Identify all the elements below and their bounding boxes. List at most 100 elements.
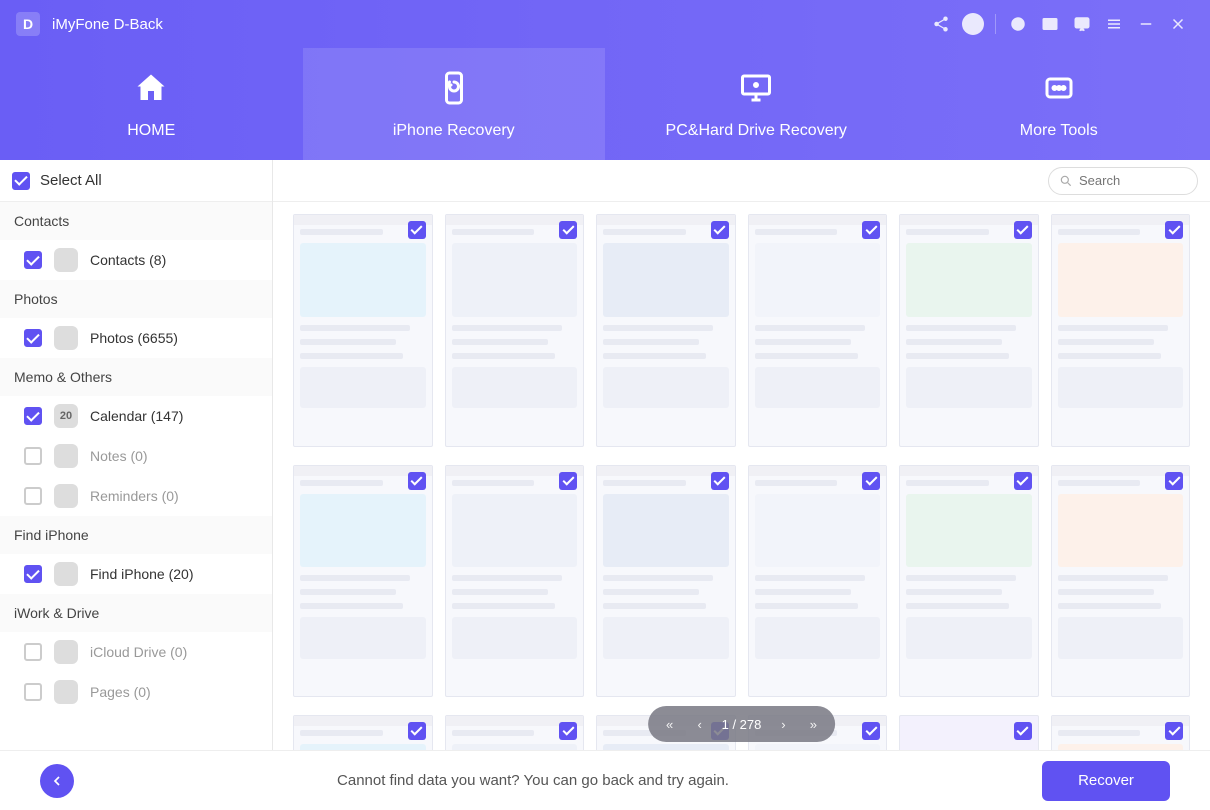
sidebar-item[interactable]: iCloud Drive (0) (0, 632, 272, 672)
account-icon[interactable] (957, 8, 989, 40)
category-header: iWork & Drive (0, 594, 272, 632)
sidebar-item[interactable]: Pages (0) (0, 672, 272, 712)
feedback-icon[interactable] (1066, 8, 1098, 40)
category-icon (54, 444, 78, 468)
category-icon: 20 (54, 404, 78, 428)
photo-thumbnail[interactable] (748, 214, 888, 447)
select-all-row[interactable]: Select All (0, 160, 272, 202)
photo-thumbnail[interactable] (899, 214, 1039, 447)
category-header: Memo & Others (0, 358, 272, 396)
pager-next[interactable]: › (775, 717, 791, 732)
item-checkbox[interactable] (24, 683, 42, 701)
photo-thumbnail[interactable] (445, 214, 585, 447)
item-checkbox[interactable] (24, 329, 42, 347)
search-input[interactable] (1079, 173, 1179, 188)
photo-thumbnail[interactable] (293, 214, 433, 447)
menu-icon[interactable] (1098, 8, 1130, 40)
photo-thumbnail[interactable] (1051, 465, 1191, 698)
thumb-checkbox[interactable] (711, 472, 729, 490)
item-checkbox[interactable] (24, 251, 42, 269)
photo-thumbnail[interactable] (596, 214, 736, 447)
sidebar-item[interactable]: Contacts (8) (0, 240, 272, 280)
thumb-checkbox[interactable] (559, 722, 577, 740)
close-icon[interactable] (1162, 8, 1194, 40)
item-checkbox[interactable] (24, 407, 42, 425)
photo-thumbnail[interactable] (899, 715, 1039, 750)
nav-tools-label: More Tools (1020, 122, 1098, 140)
category-icon (54, 484, 78, 508)
item-label: Find iPhone (20) (90, 566, 194, 582)
select-all-label: Select All (40, 172, 102, 189)
thumb-checkbox[interactable] (1014, 722, 1032, 740)
sidebar-item[interactable]: Notes (0) (0, 436, 272, 476)
sidebar-item[interactable]: Photos (6655) (0, 318, 272, 358)
thumb-checkbox[interactable] (862, 722, 880, 740)
nav-pc-recovery[interactable]: PC&Hard Drive Recovery (605, 48, 908, 160)
photo-thumbnail[interactable] (596, 465, 736, 698)
thumb-checkbox[interactable] (559, 472, 577, 490)
photo-thumbnail[interactable] (899, 465, 1039, 698)
pager-last[interactable]: » (805, 717, 821, 732)
photo-thumbnail[interactable] (748, 465, 888, 698)
thumb-checkbox[interactable] (1014, 472, 1032, 490)
item-label: Photos (6655) (90, 330, 178, 346)
photo-thumbnail[interactable] (293, 465, 433, 698)
photo-thumbnail[interactable] (445, 465, 585, 698)
sidebar: Select All ContactsContacts (8)Photos Pho… (0, 160, 273, 750)
mail-icon[interactable] (1034, 8, 1066, 40)
category-icon (54, 248, 78, 272)
category-header: Contacts (0, 202, 272, 240)
settings-icon[interactable] (1002, 8, 1034, 40)
photo-thumbnail[interactable] (445, 715, 585, 750)
home-icon (131, 68, 171, 108)
item-checkbox[interactable] (24, 487, 42, 505)
pager-prev[interactable]: ‹ (692, 717, 708, 732)
app-title: iMyFone D-Back (52, 16, 163, 33)
category-icon (54, 640, 78, 664)
sidebar-item[interactable]: Find iPhone (20) (0, 554, 272, 594)
photo-thumbnail[interactable] (1051, 715, 1191, 750)
nav-iphone-recovery[interactable]: iPhone Recovery (303, 48, 606, 160)
app-logo: D (16, 12, 40, 36)
nav-pc-label: PC&Hard Drive Recovery (666, 122, 847, 140)
phone-refresh-icon (434, 68, 474, 108)
share-icon[interactable] (925, 8, 957, 40)
item-checkbox[interactable] (24, 643, 42, 661)
footer: Cannot find data you want? You can go ba… (0, 750, 1210, 810)
thumb-checkbox[interactable] (408, 472, 426, 490)
thumb-checkbox[interactable] (862, 472, 880, 490)
photo-thumbnail[interactable] (1051, 214, 1191, 447)
minimize-icon[interactable] (1130, 8, 1162, 40)
nav-more-tools[interactable]: More Tools (908, 48, 1210, 160)
item-checkbox[interactable] (24, 447, 42, 465)
category-header: Photos (0, 280, 272, 318)
nav-home[interactable]: HOME (0, 48, 303, 160)
item-label: Calendar (147) (90, 408, 183, 424)
thumb-checkbox[interactable] (711, 221, 729, 239)
category-icon (54, 680, 78, 704)
item-label: iCloud Drive (0) (90, 644, 187, 660)
pager-text: 1 / 278 (722, 717, 762, 732)
thumb-checkbox[interactable] (1165, 472, 1183, 490)
thumb-checkbox[interactable] (408, 722, 426, 740)
category-icon (54, 562, 78, 586)
titlebar: D iMyFone D-Back (0, 0, 1210, 48)
search-box[interactable] (1048, 167, 1198, 195)
recover-button[interactable]: Recover (1042, 761, 1170, 801)
pager-first[interactable]: « (662, 717, 678, 732)
sidebar-item[interactable]: Reminders (0) (0, 476, 272, 516)
sidebar-item[interactable]: 20 Calendar (147) (0, 396, 272, 436)
thumb-checkbox[interactable] (408, 221, 426, 239)
main-toolbar (273, 160, 1210, 202)
category-icon (54, 326, 78, 350)
dots-icon (1039, 68, 1079, 108)
thumb-checkbox[interactable] (1014, 221, 1032, 239)
thumb-checkbox[interactable] (862, 221, 880, 239)
photo-thumbnail[interactable] (293, 715, 433, 750)
thumb-checkbox[interactable] (1165, 722, 1183, 740)
select-all-checkbox[interactable] (12, 172, 30, 190)
thumb-checkbox[interactable] (1165, 221, 1183, 239)
monitor-icon (736, 68, 776, 108)
item-checkbox[interactable] (24, 565, 42, 583)
thumb-checkbox[interactable] (559, 221, 577, 239)
